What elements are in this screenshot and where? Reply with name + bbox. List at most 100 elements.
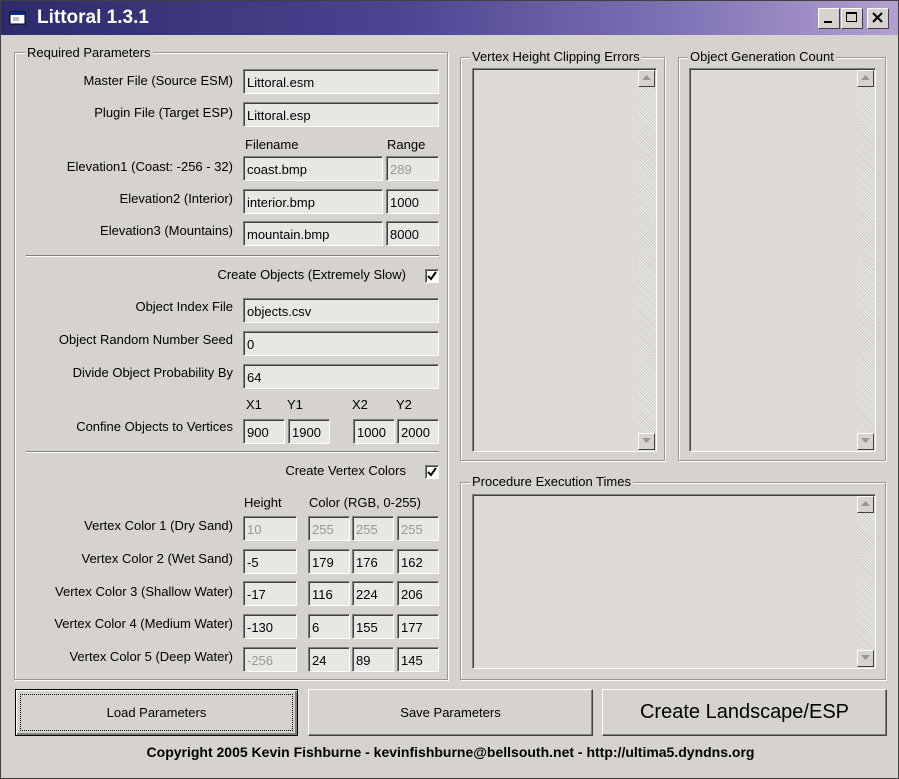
elevation1-range-input: 289: [386, 156, 439, 181]
vertex-color-2-height[interactable]: -5: [243, 549, 297, 574]
elevation1-file-input[interactable]: coast.bmp: [243, 156, 383, 181]
vertex-color-4-r[interactable]: 6: [308, 614, 350, 639]
vertex-color-5-g[interactable]: 89: [352, 647, 394, 672]
vertex-color-4-b[interactable]: 177: [397, 614, 439, 639]
scroll-down-button[interactable]: [638, 433, 655, 450]
maximize-button[interactable]: [841, 8, 863, 29]
vertex-color-4-label: Vertex Color 4 (Medium Water): [54, 616, 233, 631]
create-objects-checkbox[interactable]: [425, 269, 439, 283]
object-count-list[interactable]: [689, 68, 876, 452]
required-parameters-legend: Required Parameters: [25, 45, 153, 60]
create-vertex-colors-label: Create Vertex Colors: [285, 463, 406, 478]
vertex-color-3-height[interactable]: -17: [243, 581, 297, 606]
x1-input[interactable]: 900: [243, 419, 285, 444]
vertex-color-5-r[interactable]: 24: [308, 647, 350, 672]
vertex-color-1-b: 255: [397, 516, 439, 541]
execution-times-scrollbar[interactable]: [857, 496, 874, 667]
app-window-icon: [9, 10, 27, 26]
minimize-icon: [824, 21, 832, 23]
vertex-color-3-r[interactable]: 116: [308, 581, 350, 606]
y1-input[interactable]: 1900: [288, 419, 330, 444]
y2-input[interactable]: 2000: [397, 419, 439, 444]
filename-header: Filename: [245, 137, 299, 152]
scroll-up-button[interactable]: [857, 496, 874, 513]
execution-times-list[interactable]: [472, 494, 876, 669]
create-landscape-button[interactable]: Create Landscape/ESP: [602, 689, 887, 736]
arrow-down-icon: [642, 438, 651, 443]
y2-header: Y2: [396, 397, 412, 412]
checkmark-icon: [427, 467, 437, 477]
vertex-color-2-g[interactable]: 176: [352, 549, 394, 574]
scroll-up-button[interactable]: [638, 70, 655, 87]
arrow-up-icon: [861, 75, 870, 80]
object-index-label: Object Index File: [135, 299, 233, 314]
elevation3-label: Elevation3 (Mountains): [100, 223, 233, 238]
scroll-up-button[interactable]: [857, 70, 874, 87]
x1-header: X1: [246, 397, 262, 412]
vertex-color-2-label: Vertex Color 2 (Wet Sand): [81, 551, 234, 566]
create-landscape-label: Create Landscape/ESP: [639, 701, 850, 723]
vertex-color-3-b[interactable]: 206: [397, 581, 439, 606]
focus-rectangle: [20, 694, 293, 731]
vertex-color-5-b[interactable]: 145: [397, 647, 439, 672]
vertex-color-2-r[interactable]: 179: [308, 549, 350, 574]
scroll-down-button[interactable]: [857, 650, 874, 667]
vertex-color-2-b[interactable]: 162: [397, 549, 439, 574]
seed-input[interactable]: 0: [243, 331, 439, 356]
clipping-errors-list[interactable]: [472, 68, 657, 452]
elevation2-range-input[interactable]: 1000: [386, 189, 439, 214]
create-vertex-colors-checkbox[interactable]: [425, 465, 439, 479]
elevation2-label: Elevation2 (Interior): [119, 191, 233, 206]
clipping-errors-scrollbar[interactable]: [638, 70, 655, 450]
load-parameters-button[interactable]: Load Parameters: [15, 689, 298, 736]
close-button[interactable]: [867, 8, 889, 29]
vertex-color-3-label: Vertex Color 3 (Shallow Water): [55, 584, 233, 599]
copyright-footer: Copyright 2005 Kevin Fishburne - kevinfi…: [146, 744, 755, 760]
seed-label: Object Random Number Seed: [58, 332, 233, 347]
window-title: Littoral 1.3.1: [37, 7, 149, 28]
close-icon: [872, 12, 883, 23]
minimize-button[interactable]: [818, 8, 840, 29]
plugin-file-input[interactable]: Littoral.esp: [243, 102, 439, 127]
elevation1-label: Elevation1 (Coast: -256 - 32): [66, 159, 233, 174]
x2-input[interactable]: 1000: [353, 419, 395, 444]
vertex-color-1-label: Vertex Color 1 (Dry Sand): [84, 518, 233, 533]
object-count-legend: Object Generation Count: [688, 49, 836, 64]
master-file-input[interactable]: Littoral.esm: [243, 69, 439, 94]
vertex-color-4-g[interactable]: 155: [352, 614, 394, 639]
object-index-input[interactable]: objects.csv: [243, 298, 439, 323]
color-header: Color (RGB, 0-255): [309, 495, 421, 510]
divide-probability-input[interactable]: 64: [243, 364, 439, 389]
maximize-icon: [846, 12, 857, 22]
save-parameters-button[interactable]: Save Parameters: [308, 689, 593, 736]
arrow-up-icon: [642, 75, 651, 80]
arrow-up-icon: [861, 501, 870, 506]
arrow-down-icon: [861, 438, 870, 443]
divide-probability-label: Divide Object Probability By: [72, 365, 233, 380]
checkmark-icon: [427, 271, 437, 281]
save-parameters-label: Save Parameters: [400, 705, 501, 720]
x2-header: X2: [352, 397, 368, 412]
elevation3-range-input[interactable]: 8000: [386, 221, 439, 246]
y1-header: Y1: [287, 397, 303, 412]
vertex-color-1-r: 255: [308, 516, 350, 541]
height-header: Height: [244, 495, 282, 510]
confine-objects-label: Confine Objects to Vertices: [76, 419, 233, 434]
vertex-color-1-height: 10: [243, 516, 297, 541]
arrow-down-icon: [861, 655, 870, 660]
master-file-label: Master File (Source ESM): [83, 73, 233, 88]
create-objects-label: Create Objects (Extremely Slow): [217, 267, 406, 282]
object-count-scrollbar[interactable]: [857, 70, 874, 450]
elevation3-file-input[interactable]: mountain.bmp: [243, 221, 383, 246]
vertex-color-4-height[interactable]: -130: [243, 614, 297, 639]
execution-times-legend: Procedure Execution Times: [470, 474, 633, 489]
elevation2-file-input[interactable]: interior.bmp: [243, 189, 383, 214]
vertex-color-1-g: 255: [352, 516, 394, 541]
title-bar[interactable]: Littoral 1.3.1: [1, 1, 898, 35]
plugin-file-label: Plugin File (Target ESP): [94, 105, 233, 120]
vertex-color-5-height: -256: [243, 647, 297, 672]
separator-objects: [26, 255, 439, 257]
vertex-color-3-g[interactable]: 224: [352, 581, 394, 606]
scroll-down-button[interactable]: [857, 433, 874, 450]
range-header: Range: [387, 137, 426, 152]
